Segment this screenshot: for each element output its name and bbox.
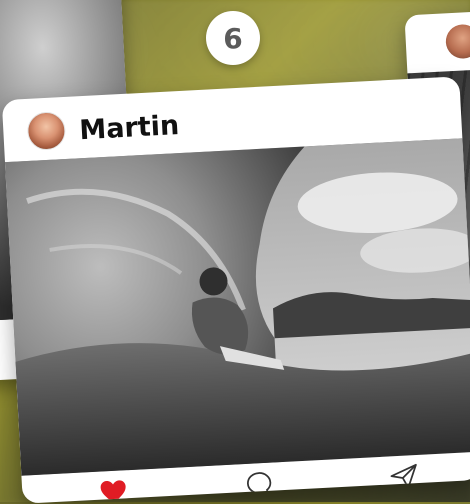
username[interactable]: Martin	[79, 110, 180, 146]
avatar[interactable]	[26, 110, 67, 151]
next-post-avatar	[444, 23, 470, 60]
surf-photo	[4, 138, 470, 476]
post-card: Martin	[1, 76, 470, 504]
rank-badge: 6	[206, 11, 260, 65]
post-photo[interactable]	[4, 138, 470, 476]
